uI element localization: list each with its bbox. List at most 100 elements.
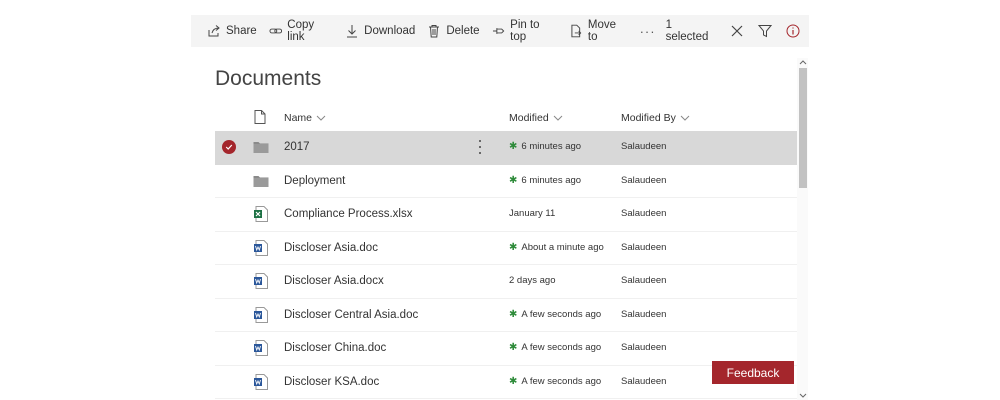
word-file-icon — [254, 306, 268, 323]
move-to-button[interactable]: Move to — [563, 15, 633, 47]
selected-count: 1 selected — [665, 19, 709, 43]
modified-by-cell: Salaudeen — [621, 208, 667, 219]
modified-by-cell: Salaudeen — [621, 375, 667, 387]
table-row[interactable]: Discloser China.doc ✱ A few seconds ago Sal… — [215, 332, 797, 366]
vertical-scrollbar[interactable] — [797, 58, 808, 400]
file-name-link[interactable]: Discloser China.doc — [284, 342, 386, 354]
clear-selection-button[interactable] — [723, 15, 751, 47]
modified-cell: ✱ A few seconds ago — [509, 309, 601, 320]
share-icon — [208, 25, 220, 37]
new-item-star-icon: ✱ — [509, 342, 518, 353]
more-button[interactable]: ··· — [634, 15, 666, 47]
modified-value: A few seconds ago — [521, 342, 602, 353]
modified-cell: ✱ About a minute ago — [509, 242, 604, 253]
info-button[interactable] — [779, 15, 807, 47]
new-item-star-icon: ✱ — [509, 174, 518, 186]
modified-by-cell: Salaudeen — [621, 342, 667, 353]
file-name-link[interactable]: Discloser Asia.doc — [284, 242, 378, 254]
filter-icon — [757, 25, 772, 38]
modified-by-column-header[interactable]: Modified By — [621, 112, 690, 124]
download-button[interactable]: Download — [339, 15, 421, 47]
move-label: Move to — [587, 19, 617, 43]
modified-value: A few seconds ago — [521, 375, 602, 387]
table-row[interactable]: Discloser Central Asia.doc ✱ A few seconds… — [215, 299, 797, 332]
modified-by-cell: Salaudeen — [621, 275, 667, 286]
close-icon — [731, 25, 743, 37]
new-item-star-icon: ✱ — [509, 375, 518, 387]
file-type-header[interactable] — [254, 110, 266, 124]
file-name-link[interactable]: Compliance Process.xlsx — [284, 208, 412, 220]
feedback-button[interactable]: Feedback — [712, 361, 794, 384]
name-header-label: Name — [284, 112, 313, 124]
modified-cell: ✱ 6 minutes ago — [509, 175, 581, 186]
move-icon — [571, 24, 582, 38]
filter-button[interactable] — [751, 15, 779, 47]
new-item-star-icon: ✱ — [509, 241, 518, 253]
excel-file-icon — [254, 206, 268, 222]
chevron-down-icon — [553, 115, 563, 121]
document-icon — [254, 110, 266, 124]
download-label: Download — [364, 25, 416, 37]
file-name-link[interactable]: Discloser Central Asia.doc — [284, 309, 418, 321]
modified-header-label: Modified — [509, 112, 549, 124]
folder-icon — [253, 175, 269, 187]
word-file-icon — [254, 373, 268, 390]
checkmark-icon[interactable] — [222, 140, 236, 154]
command-bar: Share Copy link Download Delete Pin to t… — [191, 15, 809, 47]
chevron-down-icon — [680, 115, 690, 121]
link-icon — [269, 28, 282, 34]
scroll-up-icon[interactable] — [799, 59, 807, 65]
pin-label: Pin to top — [510, 19, 540, 43]
modified-by-header-label: Modified By — [621, 112, 676, 124]
word-file-icon — [254, 340, 268, 356]
file-name-link[interactable]: Deployment — [284, 175, 345, 187]
share-label: Share — [226, 25, 257, 37]
copy-link-button[interactable]: Copy link — [263, 15, 339, 47]
modified-value: A few seconds ago — [521, 308, 602, 320]
file-name-link[interactable]: 2017 — [284, 141, 310, 153]
page-title: Documents — [215, 67, 322, 90]
trash-icon — [429, 25, 440, 38]
scroll-down-icon[interactable] — [799, 393, 807, 399]
folder-icon — [253, 142, 269, 153]
copy-link-label: Copy link — [287, 19, 315, 43]
info-icon — [786, 24, 800, 38]
pin-icon — [492, 28, 504, 34]
table-row[interactable]: Compliance Process.xlsx January 11 Salaude… — [215, 198, 797, 232]
table-row[interactable]: Discloser Asia.docx 2 days ago Salaudeen — [215, 265, 797, 299]
modified-cell: ✱ A few seconds ago — [509, 376, 601, 387]
share-button[interactable]: Share — [191, 15, 263, 47]
table-row[interactable]: Discloser KSA.doc ✱ A few seconds ago Salau… — [215, 366, 797, 399]
modified-by-cell: Salaudeen — [621, 241, 667, 253]
modified-value: About a minute ago — [521, 241, 604, 253]
table-row[interactable]: 2017 ✱ 6 minutes ago Salaudeen — [215, 131, 797, 165]
modified-cell: January 11 — [509, 208, 555, 219]
pin-to-top-button[interactable]: Pin to top — [486, 15, 564, 47]
more-actions-icon[interactable] — [476, 139, 484, 155]
word-file-icon — [254, 273, 268, 289]
modified-value: 6 minutes ago — [521, 141, 582, 152]
file-list: 2017 ✱ 6 minutes ago Salaudeen Deployment ✱ 6 … — [215, 131, 797, 399]
table-row[interactable]: Discloser Asia.doc ✱ About a minute ago Sal… — [215, 232, 797, 265]
name-column-header[interactable]: Name — [284, 112, 326, 124]
modified-value: January 11 — [509, 208, 556, 219]
file-name-link[interactable]: Discloser Asia.docx — [284, 275, 384, 287]
table-row[interactable]: Deployment ✱ 6 minutes ago Salaudeen — [215, 165, 797, 198]
modified-column-header[interactable]: Modified — [509, 112, 563, 124]
modified-value: 6 minutes ago — [521, 174, 582, 186]
file-name-link[interactable]: Discloser KSA.doc — [284, 376, 379, 388]
modified-cell: ✱ 6 minutes ago — [509, 141, 581, 152]
new-item-star-icon: ✱ — [509, 141, 518, 152]
scrollbar-thumb[interactable] — [799, 68, 807, 188]
column-headers: Name Modified Modified By — [215, 106, 797, 130]
selection-status: 1 selected — [666, 15, 809, 47]
modified-cell: ✱ A few seconds ago — [509, 342, 601, 353]
new-item-star-icon: ✱ — [509, 308, 518, 320]
delete-button[interactable]: Delete — [421, 15, 485, 47]
chevron-down-icon — [316, 115, 326, 121]
word-file-icon — [254, 239, 268, 256]
modified-cell: 2 days ago — [509, 275, 555, 286]
modified-value: 2 days ago — [509, 275, 556, 286]
modified-by-cell: Salaudeen — [621, 308, 667, 320]
modified-by-cell: Salaudeen — [621, 141, 667, 152]
